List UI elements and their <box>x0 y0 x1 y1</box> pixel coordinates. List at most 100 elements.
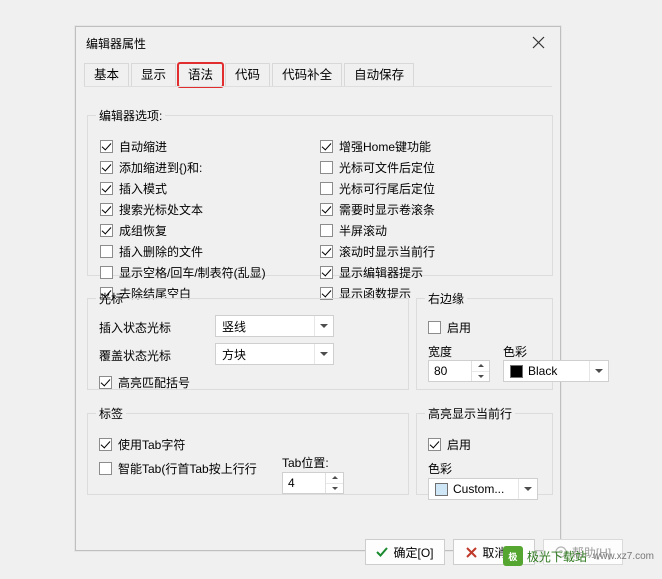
tab-strip: 基本 显示 语法 代码 代码补全 自动保存 <box>84 62 560 88</box>
option-label: 插入删除的文件 <box>119 245 204 259</box>
right-edge-width-stepper[interactable]: 80 <box>428 360 490 382</box>
checkbox[interactable] <box>100 161 113 174</box>
group-legend: 标签 <box>99 407 124 421</box>
stepper-down-icon[interactable] <box>472 371 489 381</box>
option-smart-tab[interactable]: 智能Tab(行首Tab按上行行 <box>99 458 257 479</box>
tab-label: 代码补全 <box>282 68 333 82</box>
stepper-buttons[interactable] <box>325 473 343 493</box>
checkbox[interactable] <box>99 376 112 389</box>
tab-display[interactable]: 显示 <box>131 63 177 87</box>
close-icon <box>532 36 544 48</box>
option-show-editor-hints[interactable]: 显示编辑器提示 <box>320 262 540 283</box>
checkbox[interactable] <box>320 266 333 279</box>
checkbox[interactable] <box>100 140 113 153</box>
editor-properties-dialog: 编辑器属性 基本 显示 语法 代码 代码补全 自动保存 编辑器选项: 自动缩进 <box>75 26 623 565</box>
insert-cursor-value: 竖线 <box>222 319 247 334</box>
group-legend: 右边缘 <box>428 292 465 306</box>
option-add-indent-brace[interactable]: 添加缩进到{)和: <box>100 157 315 178</box>
option-label: 显示空格/回车/制表符(乱显) <box>119 266 266 280</box>
option-group-undo[interactable]: 成组恢复 <box>100 220 315 241</box>
right-edge-color-select[interactable]: Black <box>503 360 609 382</box>
option-show-scrollbar-when-needed[interactable]: 需要时显示卷滚条 <box>320 199 540 220</box>
tab-syntax[interactable]: 语法 <box>177 62 225 88</box>
checkbox[interactable] <box>320 182 333 195</box>
checkbox[interactable] <box>100 245 113 258</box>
option-label: 使用Tab字符 <box>118 438 186 452</box>
tab-code-completion[interactable]: 代码补全 <box>272 63 343 87</box>
chevron-down-icon[interactable] <box>518 479 537 499</box>
option-label: 滚动时显示当前行 <box>339 245 436 259</box>
option-show-current-line-on-scroll[interactable]: 滚动时显示当前行 <box>320 241 540 262</box>
option-use-tab-char[interactable]: 使用Tab字符 <box>99 434 185 455</box>
window-title: 编辑器属性 <box>86 36 147 51</box>
option-label: 增强Home键功能 <box>339 140 432 154</box>
tab-autosave[interactable]: 自动保存 <box>344 63 415 87</box>
option-insert-deleted-file[interactable]: 插入删除的文件 <box>100 241 315 262</box>
checkbox[interactable] <box>320 245 333 258</box>
checkbox[interactable] <box>99 462 112 475</box>
option-label: 搜索光标处文本 <box>119 203 204 217</box>
checkbox[interactable] <box>100 224 113 237</box>
option-highlight-line-enable[interactable]: 启用 <box>428 434 471 455</box>
tab-label: 自动保存 <box>354 68 405 82</box>
option-cursor-past-eol[interactable]: 光标可行尾后定位 <box>320 178 540 199</box>
option-label: 插入模式 <box>119 182 168 196</box>
option-cursor-past-eof[interactable]: 光标可文件后定位 <box>320 157 540 178</box>
checkbox[interactable] <box>100 182 113 195</box>
group-legend: 高亮显示当前行 <box>428 407 513 421</box>
right-edge-color-label: 色彩 <box>503 345 528 359</box>
stepper-buttons[interactable] <box>471 361 489 381</box>
tab-label: 基本 <box>94 68 120 82</box>
overwrite-cursor-select[interactable]: 方块 <box>215 343 334 365</box>
option-label: 自动缩进 <box>119 140 168 154</box>
stepper-down-icon[interactable] <box>326 483 343 493</box>
stepper-up-icon[interactable] <box>326 473 343 484</box>
checkbox[interactable] <box>428 438 441 451</box>
option-right-edge-enable[interactable]: 启用 <box>428 317 471 338</box>
option-label: 添加缩进到{)和: <box>119 161 203 175</box>
tab-label: 语法 <box>188 68 214 82</box>
insert-cursor-select[interactable]: 竖线 <box>215 315 334 337</box>
checkbox[interactable] <box>320 140 333 153</box>
dialog-buttons: 确定[O] 取消[C] ? 帮助[H] <box>76 539 623 579</box>
checkbox[interactable] <box>320 161 333 174</box>
editor-options-right-column: 增强Home键功能 光标可文件后定位 光标可行尾后定位 需要时显示卷滚条 半屏滚… <box>320 136 540 304</box>
tab-position-stepper[interactable]: 4 <box>282 472 344 494</box>
option-highlight-matching-bracket[interactable]: 高亮匹配括号 <box>99 372 190 393</box>
stepper-up-icon[interactable] <box>472 361 489 372</box>
chevron-down-icon[interactable] <box>314 344 333 364</box>
checkbox[interactable] <box>320 203 333 216</box>
option-insert-mode[interactable]: 插入模式 <box>100 178 315 199</box>
highlight-color-select[interactable]: Custom... <box>428 478 538 500</box>
option-label: 光标可行尾后定位 <box>339 182 436 196</box>
close-button[interactable] <box>516 27 560 57</box>
watermark-site: www.xz7.com <box>592 550 654 562</box>
checkbox[interactable] <box>320 224 333 237</box>
checkbox[interactable] <box>99 438 112 451</box>
option-label: 高亮匹配括号 <box>118 376 191 390</box>
ok-button[interactable]: 确定[O] <box>365 539 445 565</box>
check-icon <box>376 547 389 557</box>
chevron-down-icon[interactable] <box>589 361 608 381</box>
option-label: 成组恢复 <box>119 224 168 238</box>
highlight-color-label: 色彩 <box>428 462 453 476</box>
option-search-at-cursor[interactable]: 搜索光标处文本 <box>100 199 315 220</box>
group-legend: 光标 <box>99 292 124 306</box>
overwrite-cursor-label: 覆盖状态光标 <box>99 349 172 363</box>
option-enhanced-home[interactable]: 增强Home键功能 <box>320 136 540 157</box>
checkbox[interactable] <box>100 266 113 279</box>
right-edge-width-value: 80 <box>434 364 448 378</box>
option-auto-indent[interactable]: 自动缩进 <box>100 136 315 157</box>
chevron-down-icon[interactable] <box>314 316 333 336</box>
tab-basic[interactable]: 基本 <box>84 63 130 87</box>
right-edge-width-label: 宽度 <box>428 345 453 359</box>
tab-code[interactable]: 代码 <box>225 63 271 87</box>
checkbox[interactable] <box>100 203 113 216</box>
tab-label: 显示 <box>141 68 167 82</box>
color-swatch <box>510 364 523 378</box>
option-half-page-scroll[interactable]: 半屏滚动 <box>320 220 540 241</box>
checkbox[interactable] <box>428 321 441 334</box>
option-show-whitespace[interactable]: 显示空格/回车/制表符(乱显) <box>100 262 315 283</box>
insert-cursor-label-wrap: 插入状态光标 <box>99 319 219 336</box>
option-label: 智能Tab(行首Tab按上行行 <box>118 462 257 476</box>
